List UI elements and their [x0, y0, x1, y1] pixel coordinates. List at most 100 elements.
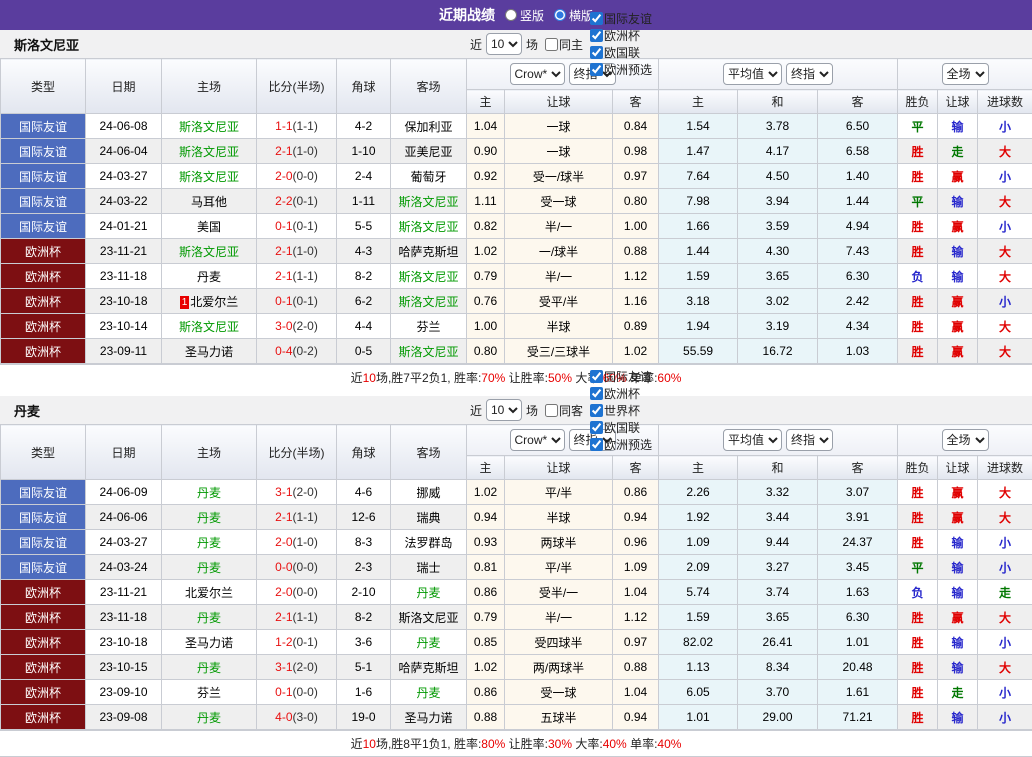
- avg-away-odds: 4.94: [818, 214, 898, 239]
- avg-away-odds: 6.58: [818, 139, 898, 164]
- match-date: 23-10-18: [86, 630, 162, 655]
- handicap-result-cell: 赢: [938, 339, 978, 364]
- goals-result-cell: 大: [978, 339, 1032, 364]
- result-cell: 胜: [898, 289, 938, 314]
- avg-time-select[interactable]: 终指: [786, 429, 833, 451]
- scope-select[interactable]: 全场: [942, 63, 989, 85]
- column-header: 类型: [1, 59, 86, 114]
- same-venue-checkbox[interactable]: 同客: [545, 402, 583, 419]
- handicap-result-cell: 输: [938, 580, 978, 605]
- competition-checkbox[interactable]: 欧国联: [590, 419, 652, 436]
- competition-checkbox[interactable]: 欧洲杯: [590, 385, 652, 402]
- match-type: 国际友谊: [1, 480, 86, 505]
- away-team-cell: 亚美尼亚: [391, 139, 467, 164]
- away-team-cell: 丹麦: [391, 580, 467, 605]
- home-team-cell: 斯洛文尼亚: [162, 239, 257, 264]
- away-team-cell: 瑞典: [391, 505, 467, 530]
- team-label: 马耳他: [191, 195, 227, 209]
- handicap-result-cell: 输: [938, 530, 978, 555]
- crow-home-odds: 1.02: [467, 480, 505, 505]
- checkbox-icon[interactable]: [590, 404, 603, 417]
- checkbox-icon[interactable]: [590, 370, 603, 383]
- checkbox-icon[interactable]: [590, 63, 603, 76]
- scope-select[interactable]: 全场: [942, 429, 989, 451]
- team-section: 丹麦 近 10 场 同客 国际友谊欧洲杯世界杯欧国联欧洲预选 类型日期主场比分(…: [0, 396, 1032, 756]
- red-card-badge: 1: [180, 296, 190, 309]
- corners-cell: 5-1: [337, 655, 391, 680]
- match-row: 欧洲杯23-09-08丹麦4-0(3-0)19-0圣马力诺0.88五球半0.94…: [1, 705, 1032, 730]
- competition-checkbox[interactable]: 欧洲杯: [590, 27, 652, 44]
- home-team-cell: 丹麦: [162, 555, 257, 580]
- team-label: 丹麦: [197, 611, 221, 625]
- home-team-cell: 丹麦: [162, 505, 257, 530]
- checkbox-icon[interactable]: [590, 438, 603, 451]
- checkbox-icon[interactable]: [545, 404, 558, 417]
- average-select[interactable]: 平均值: [723, 429, 782, 451]
- handicap-result-cell: 输: [938, 555, 978, 580]
- handicap-result-cell: 赢: [938, 164, 978, 189]
- competition-checkbox[interactable]: 欧国联: [590, 44, 652, 61]
- avg-draw-odds: 26.41: [738, 630, 818, 655]
- team-label: 斯洛文尼亚: [398, 295, 458, 309]
- avg-home-odds: 1.94: [659, 314, 738, 339]
- sub-column-header: 主: [467, 456, 505, 480]
- avg-draw-odds: 4.17: [738, 139, 818, 164]
- average-select[interactable]: 平均值: [723, 63, 782, 85]
- crow-away-odds: 0.97: [613, 164, 659, 189]
- near-label: 近: [470, 402, 482, 419]
- result-cell: 平: [898, 114, 938, 139]
- match-date: 23-09-11: [86, 339, 162, 364]
- sub-column-header: 主: [659, 456, 738, 480]
- checkbox-icon[interactable]: [590, 387, 603, 400]
- team-label: 美国: [197, 220, 221, 234]
- checkbox-icon[interactable]: [590, 46, 603, 59]
- home-team-cell: 马耳他: [162, 189, 257, 214]
- sections-container: 斯洛文尼亚 近 10 场 同主 国际友谊欧洲杯欧国联欧洲预选 类型日期主场比分(…: [0, 30, 1032, 756]
- same-venue-checkbox[interactable]: 同主: [545, 36, 583, 53]
- competition-checkbox[interactable]: 欧洲预选: [590, 436, 652, 453]
- match-date: 24-01-21: [86, 214, 162, 239]
- team-label: 斯洛文尼亚: [179, 245, 239, 259]
- match-type: 欧洲杯: [1, 655, 86, 680]
- sub-column-header: 进球数: [978, 90, 1032, 114]
- checkbox-icon[interactable]: [590, 12, 603, 25]
- avg-draw-odds: 3.74: [738, 580, 818, 605]
- handicap-cell: 受半/一: [505, 580, 613, 605]
- corners-cell: 2-10: [337, 580, 391, 605]
- away-team-cell: 圣马力诺: [391, 705, 467, 730]
- score-cell: 2-0(1-0): [257, 530, 337, 555]
- games-count-select[interactable]: 10: [486, 33, 522, 55]
- halftime-score: (2-0): [293, 319, 318, 333]
- games-count-select[interactable]: 10: [486, 399, 522, 421]
- handicap-result-cell: 走: [938, 680, 978, 705]
- crow-away-odds: 0.94: [613, 705, 659, 730]
- competition-filters: 国际友谊欧洲杯世界杯欧国联欧洲预选: [587, 368, 652, 453]
- handicap-cell: 受一球: [505, 680, 613, 705]
- corners-cell: 4-6: [337, 480, 391, 505]
- competition-checkbox[interactable]: 世界杯: [590, 402, 652, 419]
- team-label: 亚美尼亚: [404, 145, 452, 159]
- team-label: 哈萨克斯坦: [398, 245, 458, 259]
- match-row: 欧洲杯23-10-18圣马力诺1-2(0-1)3-6丹麦0.85受四球半0.97…: [1, 630, 1032, 655]
- fulltime-score: 1-2: [275, 635, 292, 649]
- avg-time-select[interactable]: 终指: [786, 63, 833, 85]
- fulltime-group: 全场: [898, 425, 1032, 456]
- column-header: 客场: [391, 425, 467, 480]
- team-label: 圣马力诺: [185, 636, 233, 650]
- competition-checkbox[interactable]: 国际友谊: [590, 368, 652, 385]
- corners-cell: 4-2: [337, 114, 391, 139]
- competition-checkbox[interactable]: 国际友谊: [590, 10, 652, 27]
- column-header: 日期: [86, 59, 162, 114]
- competition-checkbox[interactable]: 欧洲预选: [590, 61, 652, 78]
- checkbox-icon[interactable]: [590, 29, 603, 42]
- handicap-cell: 两球半: [505, 530, 613, 555]
- crow-away-odds: 0.88: [613, 655, 659, 680]
- avg-home-odds: 1.59: [659, 605, 738, 630]
- handicap-result-cell: 输: [938, 705, 978, 730]
- handicap-result-cell: 输: [938, 114, 978, 139]
- checkbox-icon[interactable]: [545, 38, 558, 51]
- competition-label: 欧洲预选: [604, 61, 652, 78]
- summary-stat-value: 30%: [548, 737, 572, 751]
- checkbox-icon[interactable]: [590, 421, 603, 434]
- team-label: 圣马力诺: [185, 345, 233, 359]
